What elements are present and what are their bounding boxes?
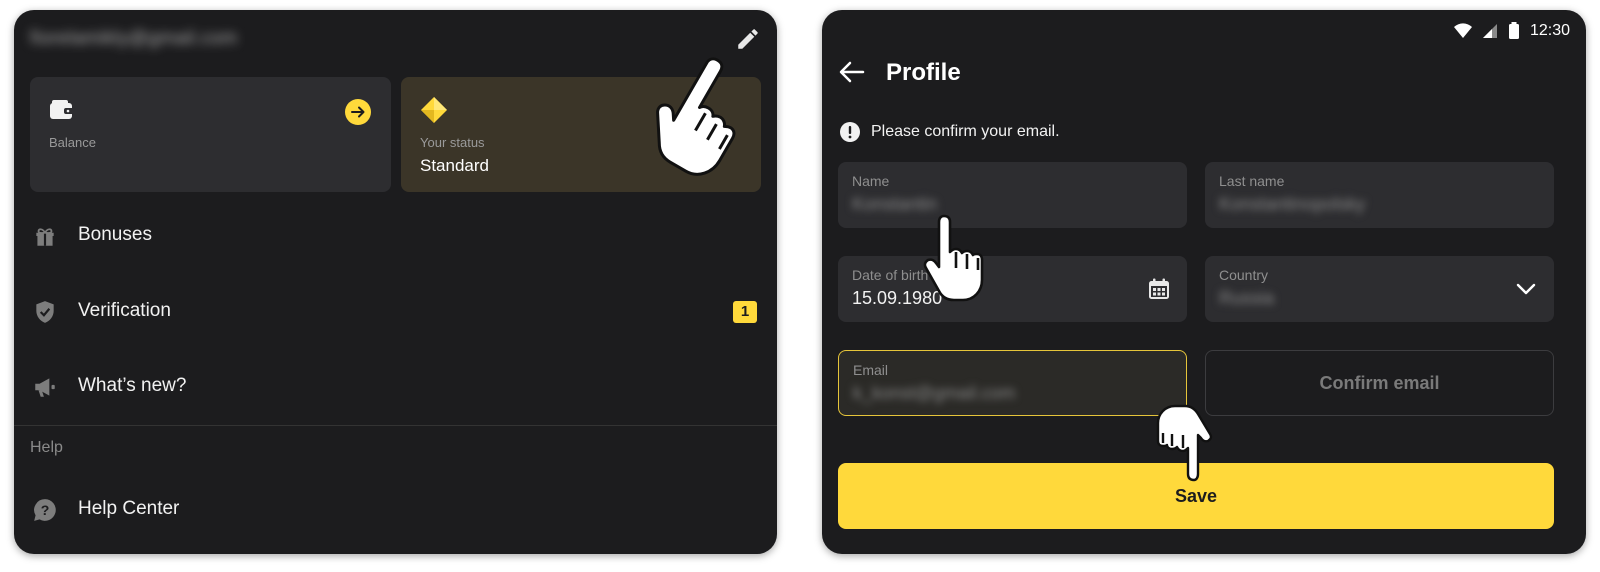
menu-label-whats-new: What’s new? bbox=[78, 375, 187, 396]
country-value: Russia bbox=[1219, 288, 1275, 308]
svg-text:?: ? bbox=[41, 502, 50, 518]
page-title: Profile bbox=[886, 59, 961, 86]
last-name-label: Last name bbox=[1219, 173, 1285, 189]
confirm-email-button[interactable]: Confirm email bbox=[1205, 350, 1554, 416]
email-label: Email bbox=[853, 362, 889, 378]
menu-item-help-center[interactable]: ? Help Center bbox=[14, 480, 777, 540]
last-name-field[interactable]: Last name Konstantinopolsky bbox=[1205, 162, 1554, 228]
country-label: Country bbox=[1219, 267, 1269, 283]
wifi-icon bbox=[1453, 23, 1472, 38]
help-bubble-icon: ? bbox=[34, 499, 56, 521]
pointing-hand-cursor-icon bbox=[923, 214, 984, 302]
date-of-birth-field[interactable]: Date of birth 15.09.1980 bbox=[838, 256, 1187, 322]
email-field[interactable]: Email k_konst@gmail.com bbox=[838, 350, 1187, 416]
gift-icon bbox=[36, 228, 54, 246]
pointing-hand-cursor-icon bbox=[1156, 404, 1213, 482]
alert-icon bbox=[840, 122, 860, 142]
balance-label: Balance bbox=[49, 135, 96, 150]
email-notice: Please confirm your email. bbox=[871, 123, 1060, 140]
menu-item-whats-new[interactable]: What’s new? bbox=[14, 357, 777, 417]
pencil-edit-icon[interactable] bbox=[735, 26, 761, 52]
battery-icon bbox=[1508, 22, 1519, 39]
status-label: Your status bbox=[420, 135, 485, 150]
pointing-hand-cursor-icon bbox=[656, 57, 736, 176]
help-section-header: Help bbox=[30, 439, 63, 456]
balance-card[interactable]: Balance bbox=[30, 77, 391, 192]
menu-item-bonuses[interactable]: Bonuses bbox=[14, 206, 777, 266]
status-time: 12:30 bbox=[1529, 22, 1570, 39]
balance-arrow-button[interactable] bbox=[345, 99, 371, 125]
arrow-right-icon bbox=[351, 106, 365, 118]
name-field[interactable]: Name Konstantin bbox=[838, 162, 1187, 228]
section-divider bbox=[14, 425, 777, 426]
chevron-down-icon bbox=[1516, 283, 1536, 295]
calendar-icon[interactable] bbox=[1147, 277, 1171, 301]
name-label: Name bbox=[852, 173, 890, 189]
diamond-icon bbox=[421, 97, 447, 123]
menu-item-verification[interactable]: Verification 1 bbox=[14, 282, 777, 342]
last-name-value: Konstantinopolsky bbox=[1219, 194, 1366, 214]
menu-label-help-center: Help Center bbox=[78, 498, 180, 519]
wallet-icon bbox=[50, 100, 74, 119]
status-bar: 12:30 bbox=[1453, 20, 1570, 42]
menu-label-bonuses: Bonuses bbox=[78, 224, 152, 245]
dob-label: Date of birth bbox=[852, 267, 929, 283]
status-value: Standard bbox=[420, 156, 489, 175]
signal-icon bbox=[1482, 24, 1497, 38]
back-arrow-icon[interactable] bbox=[838, 58, 866, 86]
menu-label-verification: Verification bbox=[78, 300, 171, 321]
shield-check-icon bbox=[36, 301, 54, 323]
email-value: k_konst@gmail.com bbox=[853, 383, 1016, 403]
account-email: fiorelamikly@gmail.com bbox=[30, 28, 238, 49]
megaphone-icon bbox=[35, 378, 55, 397]
verification-badge: 1 bbox=[733, 301, 757, 323]
country-select[interactable]: Country Russia bbox=[1205, 256, 1554, 322]
